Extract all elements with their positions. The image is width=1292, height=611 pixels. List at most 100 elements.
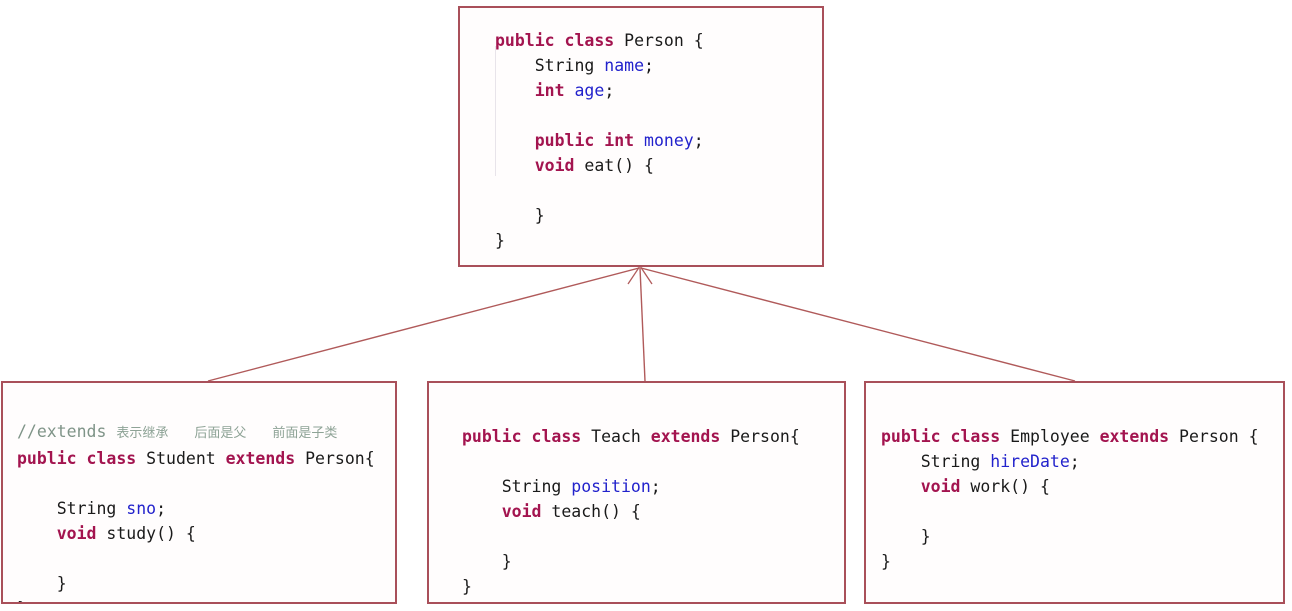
code-token: Teach: [581, 427, 651, 446]
code-token: hireDate: [990, 452, 1070, 471]
code-token: work() {: [960, 477, 1050, 496]
code-token: class: [564, 31, 615, 50]
code-token: eat() {: [574, 156, 654, 175]
code-token: extends: [650, 427, 721, 446]
code-token: ;: [693, 131, 704, 150]
code-token: }: [881, 527, 931, 546]
code-token: ;: [650, 477, 661, 496]
code-line: }: [495, 203, 704, 228]
code-token: public: [495, 31, 555, 50]
code-token: Person{: [720, 427, 800, 446]
class-box-person[interactable]: public class Person { String name; int a…: [458, 6, 824, 267]
code-token: public: [462, 427, 522, 446]
code-line: void teach() {: [462, 499, 800, 524]
code-token: ;: [156, 499, 167, 518]
code-token: public: [17, 449, 77, 468]
code-line: public class Person {: [495, 28, 704, 53]
code-token: money: [644, 131, 694, 150]
code-token: }: [17, 599, 27, 602]
code-token: Person{: [295, 449, 375, 468]
code-line: }: [881, 549, 1259, 574]
code-token: void: [534, 156, 575, 175]
code-token: Employee: [1000, 427, 1100, 446]
class-box-student[interactable]: //extends 表示继承 后面是父 前面是子类 public class St…: [1, 381, 397, 604]
code-token: name: [604, 56, 645, 75]
link-student-to-person: [207, 267, 640, 382]
code-line: int age;: [495, 78, 704, 103]
code-token: }: [462, 577, 472, 596]
code-line: }: [462, 574, 800, 599]
code-token: }: [495, 206, 545, 225]
code-token: Person {: [614, 31, 704, 50]
code-line: String sno;: [17, 496, 375, 521]
code-line: }: [17, 571, 375, 596]
code-block-student: //extends 表示继承 后面是父 前面是子类 public class St…: [17, 419, 375, 602]
code-token: //extends: [17, 422, 117, 441]
code-token: void: [56, 524, 97, 543]
code-line: public class Student extends Person{: [17, 446, 375, 471]
code-line: void eat() {: [495, 153, 704, 178]
code-token: String: [462, 477, 572, 496]
code-token: 表示继承 后面是父 前面是子类: [116, 426, 338, 441]
diagram-canvas: public class Person { String name; int a…: [0, 0, 1292, 611]
code-token: study() {: [96, 524, 196, 543]
code-token: int: [534, 81, 565, 100]
code-token: }: [881, 552, 891, 571]
code-token: Person {: [1169, 427, 1259, 446]
code-token: teach() {: [541, 502, 641, 521]
arrowhead-right-barb: [639, 265, 653, 285]
code-line: }: [462, 549, 800, 574]
code-block-teach: public class Teach extends Person{ Strin…: [462, 424, 800, 599]
code-line: public class Teach extends Person{: [462, 424, 800, 449]
code-token: String: [495, 56, 605, 75]
link-employee-to-person: [640, 267, 1076, 382]
code-line: //extends 表示继承 后面是父 前面是子类: [17, 419, 375, 446]
code-token: age: [574, 81, 605, 100]
code-line: void study() {: [17, 521, 375, 546]
code-token: String: [881, 452, 991, 471]
code-block-employee: public class Employee extends Person { S…: [881, 424, 1259, 574]
code-token: public: [534, 131, 595, 150]
code-token: Student: [136, 449, 226, 468]
code-token: void: [920, 477, 961, 496]
class-box-employee[interactable]: public class Employee extends Person { S…: [864, 381, 1285, 604]
code-token: extends: [1099, 427, 1170, 446]
code-line: public class Employee extends Person {: [881, 424, 1259, 449]
code-token: class: [531, 427, 582, 446]
code-line: String position;: [462, 474, 800, 499]
code-block-person: public class Person { String name; int a…: [495, 28, 704, 253]
class-box-teach[interactable]: public class Teach extends Person{ Strin…: [427, 381, 846, 604]
code-line: String hireDate;: [881, 449, 1259, 474]
link-teach-to-person: [639, 267, 646, 382]
code-token: ;: [644, 56, 654, 75]
code-token: int: [604, 131, 635, 150]
code-token: ;: [1069, 452, 1080, 471]
code-token: public: [881, 427, 941, 446]
code-line: }: [17, 596, 375, 602]
code-line: }: [495, 228, 704, 253]
code-token: position: [571, 477, 651, 496]
arrowhead-left-barb: [627, 265, 641, 285]
code-token: }: [17, 574, 67, 593]
code-token: String: [17, 499, 127, 518]
code-line: }: [881, 524, 1259, 549]
code-line: public int money;: [495, 128, 704, 153]
code-line: String name;: [495, 53, 704, 78]
code-token: ;: [604, 81, 615, 100]
